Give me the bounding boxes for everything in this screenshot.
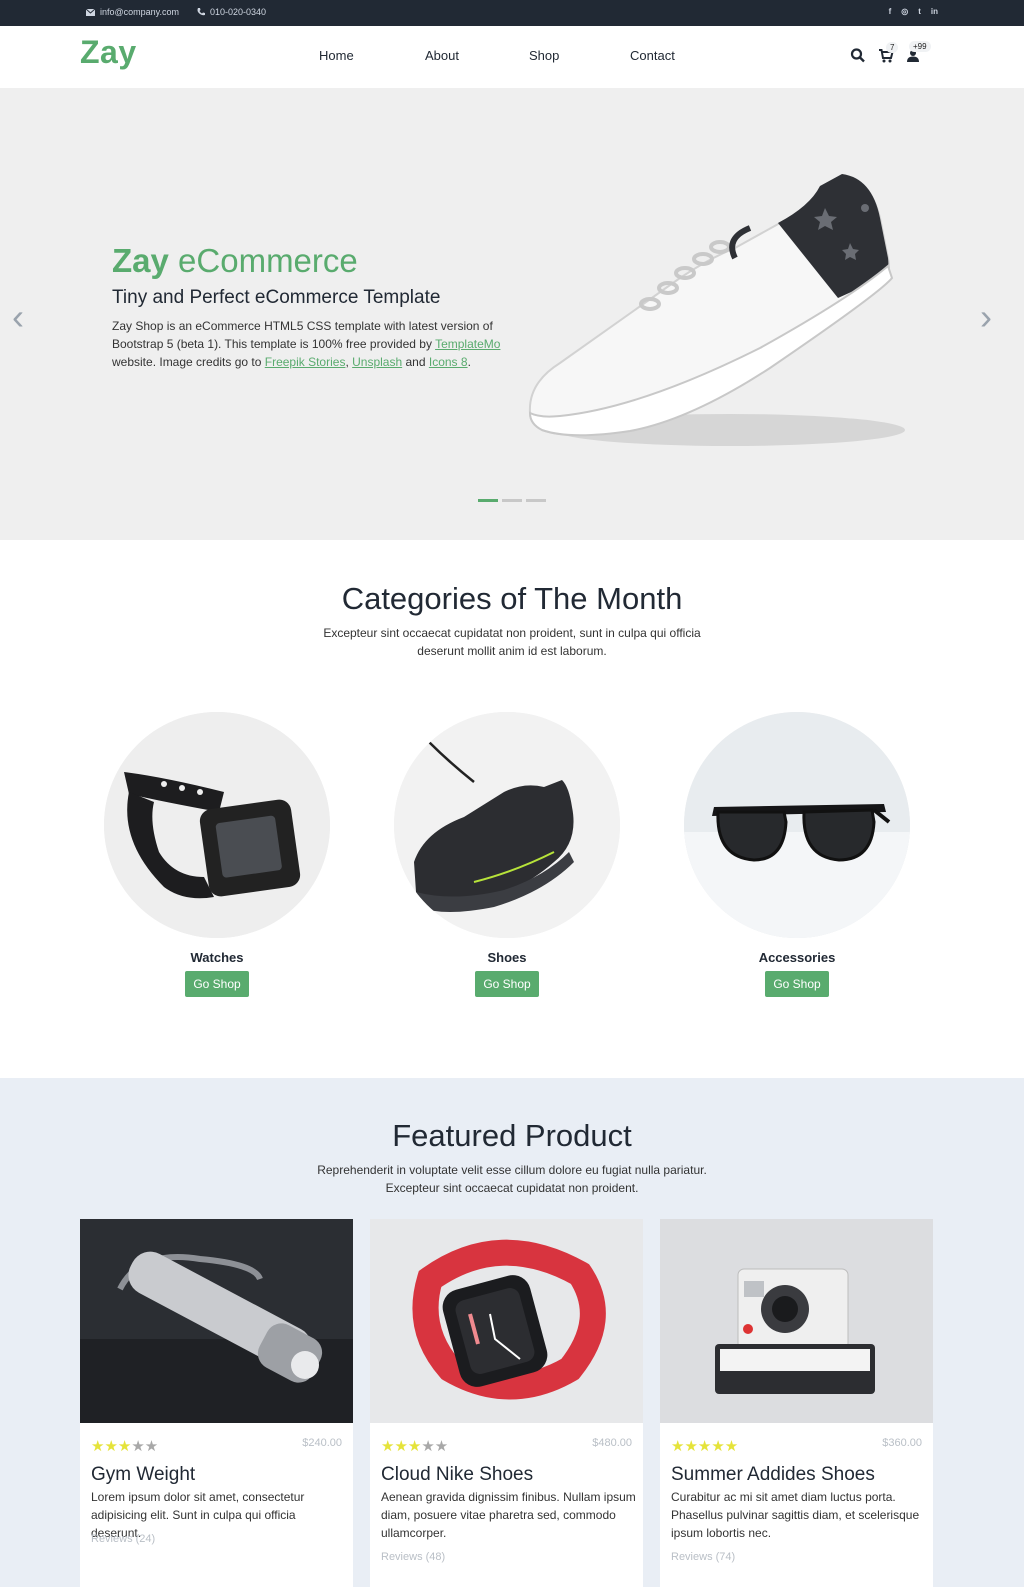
product-title[interactable]: Summer Addides Shoes [671,1464,875,1486]
hero-desc-text: and [402,355,429,369]
go-shop-watches-button[interactable]: Go Shop [185,971,249,997]
flashlight-icon [80,1219,353,1423]
category-accessories: Accessories Go Shop [684,712,910,997]
category-name-watches: Watches [190,950,244,965]
main-nav: Zay Home About Shop Contact 7 +99 [0,26,1024,88]
category-watches: Watches Go Shop [104,712,330,997]
top-bar: info@company.com 010-020-0340 f ◎ t in [0,0,1024,26]
product-title[interactable]: Gym Weight [91,1464,195,1486]
nav-about[interactable]: About [425,48,459,63]
hero-carousel: ‹ › Zay eCommerce Tiny and Perfect eComm… [0,88,1024,540]
product-card[interactable]: ★★★★★ $360.00 Summer Addides Shoes Curab… [660,1219,933,1587]
facebook-icon[interactable]: f [889,7,892,16]
product-image-cloud-nike-shoes[interactable] [370,1219,643,1423]
product-card[interactable]: ★★★★★ $480.00 Cloud Nike Shoes Aenean gr… [370,1219,643,1587]
smartwatch-icon [370,1219,643,1423]
phone-icon [197,8,206,16]
watch-icon [104,712,330,938]
shoe-icon [394,712,620,938]
carousel-prev-button[interactable]: ‹ [12,296,24,338]
email-link[interactable]: info@company.com [100,7,179,17]
go-shop-accessories-button[interactable]: Go Shop [765,971,829,997]
product-reviews: Reviews (74) [671,1551,736,1563]
product-reviews: Reviews (24) [91,1533,156,1545]
icons8-link[interactable]: Icons 8 [429,355,468,369]
categories-description: Excepteur sint occaecat cupidatat non pr… [323,626,701,658]
carousel-next-button[interactable]: › [980,296,992,338]
hero-subtitle: Tiny and Perfect eCommerce Template [112,287,441,308]
hero-title-rest: eCommerce [168,242,358,279]
category-image-accessories[interactable] [684,712,910,938]
search-icon[interactable] [850,46,866,64]
carousel-indicator-2[interactable] [502,499,522,502]
categories-title: Categories of The Month [341,581,683,616]
sunglasses-icon [684,712,910,938]
nav-home[interactable]: Home [319,48,354,63]
templatemo-link[interactable]: TemplateMo [435,337,500,351]
product-description: Aenean gravida dignissim finibus. Nullam… [381,1490,636,1540]
hero-desc-text: . [467,355,471,369]
top-contact: info@company.com 010-020-0340 [86,7,266,17]
social-links: f ◎ t in [889,7,938,16]
category-name-accessories: Accessories [758,950,836,965]
hero-sneaker-image [528,174,905,446]
unsplash-link[interactable]: Unsplash [352,355,402,369]
carousel-indicator-1[interactable] [478,499,498,502]
product-card[interactable]: ★★★★★ $240.00 Gym Weight Lorem ipsum dol… [80,1219,353,1587]
hero-desc-text: website. Image credits go to [112,355,265,369]
rating-stars: ★★★★★ [671,1437,738,1455]
star-filled-icon: ★★★ [91,1438,132,1455]
instagram-icon[interactable]: ◎ [901,7,908,16]
product-price: $360.00 [882,1437,922,1449]
product-image-gym-weight[interactable] [80,1219,353,1423]
product-title[interactable]: Cloud Nike Shoes [381,1464,533,1486]
featured-description-1: Reprehenderit in voluptate velit esse ci… [317,1163,707,1177]
hero-title: Zay eCommerce [112,242,358,280]
star-filled-icon: ★★★ [381,1438,422,1455]
rating-stars: ★★★★★ [91,1437,158,1455]
featured-title: Featured Product [392,1118,632,1153]
user-count-badge: +99 [909,41,931,52]
carousel-indicator-3[interactable] [526,499,546,502]
nav-contact[interactable]: Contact [630,48,675,63]
hero-title-strong: Zay [112,242,169,279]
category-image-shoes[interactable] [394,712,620,938]
twitter-icon[interactable]: t [918,7,921,16]
cart-count-badge: 7 [886,42,899,53]
go-shop-shoes-button[interactable]: Go Shop [475,971,539,997]
category-image-watches[interactable] [104,712,330,938]
product-price: $240.00 [302,1437,342,1449]
product-image-summer-addides-shoes[interactable] [660,1219,933,1423]
star-empty-icon: ★★ [131,1438,159,1455]
camera-icon [660,1219,933,1423]
featured-description-2: Excepteur sint occaecat cupidatat non pr… [385,1181,639,1195]
product-description: Curabitur ac mi sit amet diam luctus por… [671,1490,920,1540]
category-shoes: Shoes Go Shop [394,712,620,997]
envelope-icon [86,8,95,16]
carousel-indicators [478,499,546,502]
phone-link[interactable]: 010-020-0340 [210,7,266,17]
rating-stars: ★★★★★ [381,1437,448,1455]
nav-shop[interactable]: Shop [529,48,559,63]
star-empty-icon: ★★ [421,1438,449,1455]
brand-logo[interactable]: Zay [80,34,137,71]
freepik-link[interactable]: Freepik Stories [265,355,346,369]
product-price: $480.00 [592,1437,632,1449]
hero-description: Zay Shop is an eCommerce HTML5 CSS templ… [112,317,502,371]
category-name-shoes: Shoes [487,950,527,965]
star-filled-icon: ★★★★★ [671,1438,739,1455]
product-reviews: Reviews (48) [381,1551,446,1563]
linkedin-icon[interactable]: in [931,7,938,16]
